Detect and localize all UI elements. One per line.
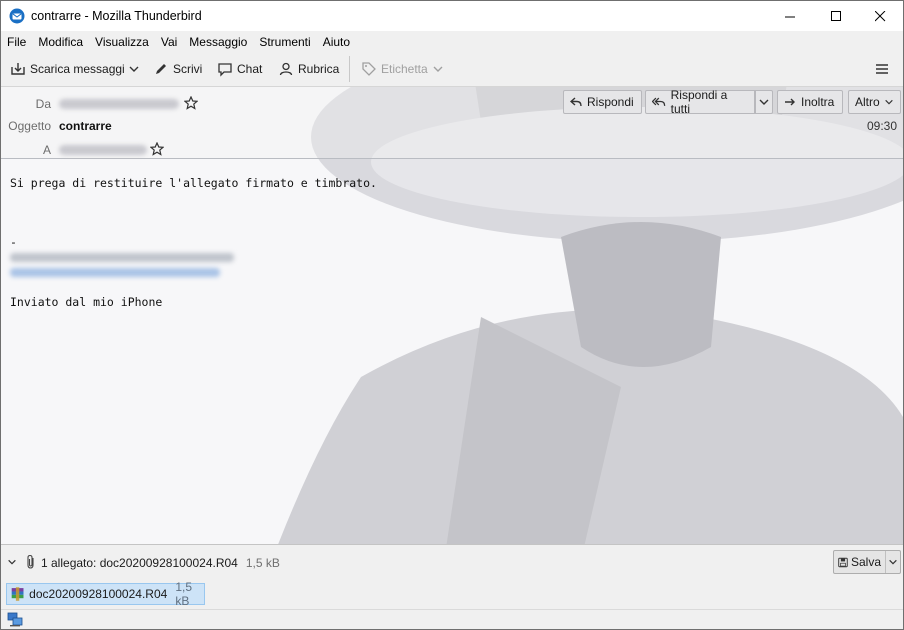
- attachment-item[interactable]: doc20200928100024.R04 1,5 kB: [6, 580, 205, 608]
- menu-message[interactable]: Messaggio: [189, 35, 247, 49]
- write-button[interactable]: Scrivi: [153, 58, 202, 80]
- subject-label: Oggetto: [8, 119, 51, 133]
- from-address[interactable]: [59, 99, 179, 109]
- attachment-file-name: doc20200928100024.R04: [29, 587, 168, 601]
- attachment-file-size: 1,5 kB: [175, 580, 192, 608]
- forward-label: Inoltra: [801, 95, 835, 109]
- save-button-main[interactable]: Salva: [834, 551, 886, 573]
- attachment-list: doc20200928100024.R04 1,5 kB: [1, 579, 903, 609]
- contacts-icon: [279, 62, 293, 76]
- signature-dash: -: [10, 235, 17, 249]
- main-toolbar: Scarica messaggi Scrivi Chat Rubrica Eti…: [1, 52, 903, 87]
- archive-file-icon: [11, 587, 24, 601]
- reply-button[interactable]: Rispondi: [563, 90, 642, 114]
- address-book-button[interactable]: Rubrica: [278, 58, 339, 80]
- app-menu-button[interactable]: [875, 58, 893, 80]
- reply-icon: [570, 97, 582, 107]
- chevron-down-icon: [433, 66, 443, 72]
- chevron-down-icon[interactable]: [7, 557, 17, 567]
- window-title: contrarre - Mozilla Thunderbird: [31, 9, 202, 23]
- reply-all-dropdown[interactable]: [755, 90, 773, 114]
- get-messages-dropdown[interactable]: [128, 58, 144, 80]
- menu-help[interactable]: Aiuto: [323, 35, 350, 49]
- menu-tools[interactable]: Strumenti: [259, 35, 310, 49]
- get-messages-label: Scarica messaggi: [30, 62, 125, 76]
- chevron-down-icon: [884, 99, 893, 105]
- menu-view[interactable]: Visualizza: [95, 35, 149, 49]
- status-bar: [1, 609, 903, 629]
- maximize-button[interactable]: [813, 1, 859, 31]
- more-button[interactable]: Altro: [848, 90, 901, 114]
- thunderbird-icon: [9, 8, 25, 24]
- message-header: Da Oggetto contrarre 09:30 A Rispondi Ri…: [1, 87, 903, 159]
- attachment-summary[interactable]: 1 allegato: doc20200928100024.R04 1,5 kB: [41, 556, 280, 570]
- tag-button[interactable]: Etichetta: [361, 58, 448, 80]
- download-icon: [11, 63, 25, 75]
- to-label: A: [42, 143, 51, 157]
- menu-file[interactable]: File: [7, 35, 26, 49]
- menu-go[interactable]: Vai: [161, 35, 177, 49]
- save-attachment-button[interactable]: Salva: [833, 550, 901, 574]
- toolbar-separator: [349, 56, 350, 82]
- attachment-bar: 1 allegato: doc20200928100024.R04 1,5 kB …: [1, 544, 903, 579]
- redacted-link[interactable]: [10, 268, 220, 277]
- address-book-label: Rubrica: [298, 62, 340, 76]
- chat-label: Chat: [237, 62, 263, 76]
- tag-icon: [362, 62, 376, 76]
- write-label: Scrivi: [173, 62, 203, 76]
- reply-all-icon: [652, 97, 666, 106]
- from-label: Da: [35, 97, 51, 111]
- title-bar: contrarre - Mozilla Thunderbird: [1, 1, 903, 31]
- tag-label: Etichetta: [381, 62, 428, 76]
- close-button[interactable]: [857, 1, 903, 31]
- to-address[interactable]: [59, 145, 147, 155]
- hamburger-menu-icon: [876, 64, 888, 74]
- attachment-summary-size: 1,5 kB: [245, 556, 280, 570]
- floppy-disk-icon: [838, 557, 848, 567]
- menu-edit[interactable]: Modifica: [38, 35, 83, 49]
- thunderbird-window: contrarre - Mozilla Thunderbird File Mod…: [0, 0, 904, 630]
- chevron-down-icon: [129, 66, 139, 72]
- forward-icon: [785, 98, 795, 106]
- message-pane: Da Oggetto contrarre 09:30 A Rispondi Ri…: [1, 87, 903, 544]
- sent-from-line: Inviato dal mio iPhone: [10, 295, 163, 309]
- star-icon[interactable]: [184, 96, 198, 110]
- message-subject: contrarre: [59, 119, 112, 133]
- redacted-signature: [10, 253, 234, 262]
- reply-all-label: Rispondi a tutti: [670, 88, 728, 116]
- close-icon: [874, 10, 885, 21]
- paperclip-icon: [27, 554, 34, 569]
- more-label: Altro: [855, 95, 880, 109]
- chevron-down-icon: [759, 99, 769, 105]
- message-body-line: Si prega di restituire l'allegato firmat…: [10, 176, 377, 190]
- menu-bar: File Modifica Visualizza Vai Messaggio S…: [1, 31, 903, 52]
- save-dropdown[interactable]: [886, 551, 900, 573]
- minimize-button[interactable]: [767, 1, 813, 31]
- reply-label: Rispondi: [587, 95, 634, 109]
- save-label: Salva: [850, 555, 881, 569]
- online-status-icon[interactable]: [7, 612, 23, 627]
- chat-icon: [218, 63, 232, 77]
- chat-button[interactable]: Chat: [217, 58, 262, 80]
- minimize-icon: [784, 16, 795, 17]
- attachment-summary-text: 1 allegato: doc20200928100024.R04: [41, 556, 238, 570]
- get-messages-button[interactable]: Scarica messaggi: [10, 58, 125, 80]
- maximize-icon: [830, 10, 841, 21]
- star-icon[interactable]: [150, 142, 164, 156]
- forward-button[interactable]: Inoltra: [777, 90, 843, 114]
- pencil-icon: [156, 64, 166, 74]
- reply-all-button[interactable]: Rispondi a tutti: [645, 88, 755, 116]
- chevron-down-icon: [889, 559, 897, 565]
- message-time: 09:30: [866, 119, 897, 133]
